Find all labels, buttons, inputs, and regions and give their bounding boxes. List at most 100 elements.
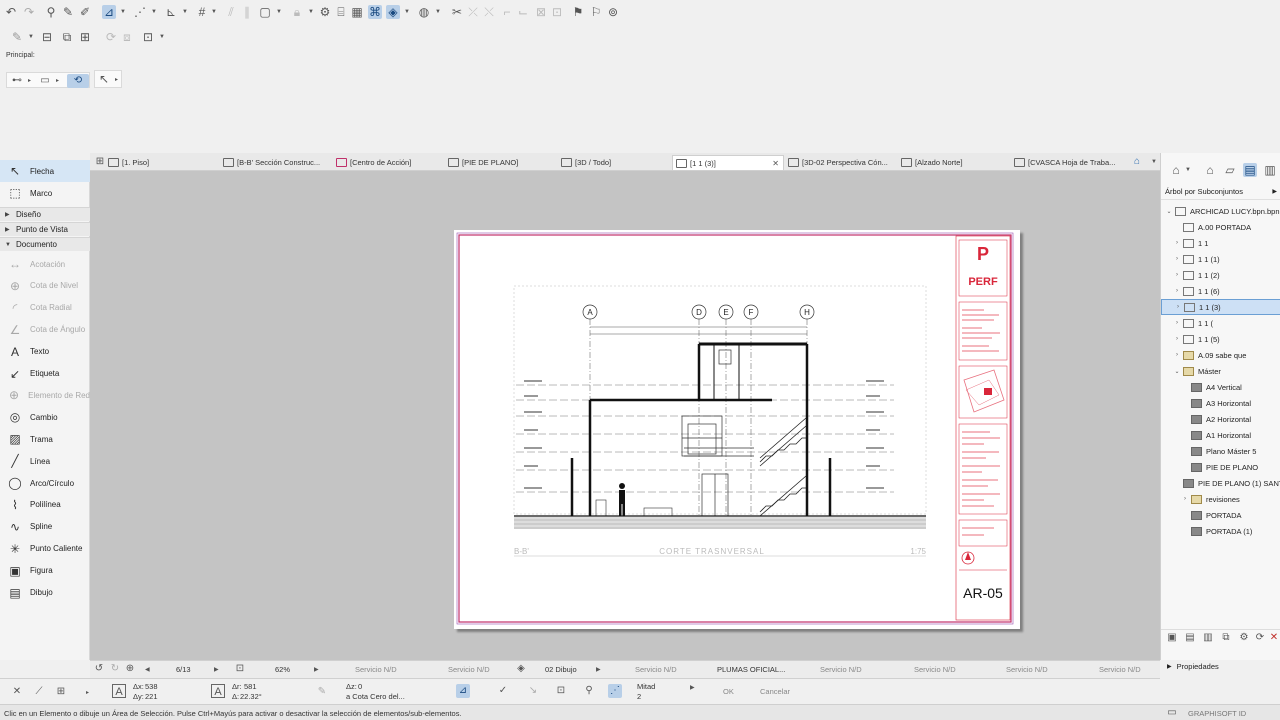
service-6[interactable]: Servicio N/D — [1006, 665, 1048, 674]
chevron-right-icon[interactable]: › — [1173, 352, 1181, 358]
chevron-down-icon[interactable]: ▼ — [1151, 159, 1157, 165]
guide-line-icon[interactable]: ⋰ — [608, 684, 622, 698]
tool-hotspot[interactable]: ✳ Punto Caliente — [0, 538, 90, 560]
pencil-icon[interactable]: ✎ — [315, 685, 329, 699]
redo-icon[interactable]: ↷ — [22, 5, 36, 19]
layout-book-icon[interactable]: ▤ — [1243, 163, 1257, 177]
tool-text[interactable]: A Texto — [0, 341, 90, 363]
service-2[interactable]: Servicio N/D — [448, 665, 490, 674]
chevron-right-icon[interactable]: ▶ — [314, 666, 319, 673]
chevron-right-icon[interactable]: › — [1173, 320, 1181, 326]
service-3[interactable]: Servicio N/D — [635, 665, 677, 674]
service-1[interactable]: Servicio N/D — [355, 665, 397, 674]
angle-icon[interactable]: ⟋ — [32, 685, 46, 699]
redo-view-icon[interactable]: ↻ — [108, 662, 122, 676]
tool-fill[interactable]: ▨ Trama — [0, 428, 90, 450]
drawing-tool-icon[interactable]: ⊞ — [78, 30, 92, 44]
monitor-icon[interactable]: ▭ — [1165, 706, 1179, 720]
navigator-mode-select[interactable]: Árbol por Subconjuntos ▶ — [1161, 184, 1280, 200]
tab-perspectiva[interactable]: [3D-02 Perspectiva Cón... — [788, 155, 896, 170]
image-icon[interactable]: ▦ — [350, 5, 364, 19]
pick-up-icon[interactable]: ✎ — [61, 5, 75, 19]
sync-icon[interactable]: ⟳ — [104, 30, 118, 44]
dimension-tool-icon[interactable]: ⊷ — [10, 74, 24, 88]
reference-level[interactable]: a Cota Cero del... — [346, 692, 405, 701]
intersect-icon[interactable]: ⊠ — [534, 5, 548, 19]
navigator-item[interactable]: PORTADA — [1161, 507, 1280, 523]
chevron-down-icon[interactable]: ▼ — [28, 34, 34, 40]
renovation-icon[interactable]: ◍ — [417, 5, 431, 19]
marker-icon[interactable]: ▭ — [38, 74, 52, 88]
tab-1-1-3[interactable]: [1 1 (3)] ✕ — [672, 155, 784, 170]
adjust-icon[interactable]: ⌙ — [516, 5, 530, 19]
navigator-item[interactable]: › 1 1 (2) — [1161, 267, 1280, 283]
info-box-selector[interactable]: ⊷ ▸ ▭ ▸ ⟲ — [6, 72, 90, 88]
chevron-down-icon[interactable]: ▼ — [276, 9, 282, 15]
snap-mode-value[interactable]: 2 — [637, 692, 641, 701]
suspend-groups-icon[interactable]: ⌘ — [368, 5, 382, 19]
navigator-item[interactable]: ⌄ ARCHICAD LUCY.bpn.bpn — [1161, 203, 1280, 219]
zoom-icon[interactable]: ⊕ — [123, 662, 137, 676]
paste-icon[interactable]: ⧉ — [60, 30, 74, 44]
wand-icon[interactable]: ⚲ — [582, 684, 596, 698]
lock-icon[interactable]: 🔒︎ — [290, 5, 304, 19]
tab-pie-de-plano[interactable]: [PIE DE PLANO] — [448, 155, 556, 170]
navigator-item[interactable]: › 1 1 ( — [1161, 315, 1280, 331]
navigator-item[interactable]: Plano Máster 5 — [1161, 443, 1280, 459]
navigator-item[interactable]: › A.09 sabe que — [1161, 347, 1280, 363]
text-a-icon[interactable]: A — [211, 684, 225, 698]
chevron-down-icon[interactable]: ⌄ — [1165, 208, 1173, 215]
navigator-item[interactable]: PORTADA (1) — [1161, 523, 1280, 539]
edit-icon[interactable]: ⌸ — [334, 5, 348, 19]
tab-cvasca-hoja[interactable]: [CVASCA Hoja de Traba... — [1014, 155, 1126, 170]
navigator-item[interactable]: A2 Horizontal — [1161, 411, 1280, 427]
settings-icon[interactable]: ⚙ — [1237, 631, 1251, 645]
close-icon[interactable]: ✕ — [10, 685, 24, 699]
service-7[interactable]: Servicio N/D — [1099, 665, 1141, 674]
tab-seccion-construc[interactable]: [B-B' Sección Construc... — [223, 155, 331, 170]
tool-polyline[interactable]: ⌇ Polilínea — [0, 494, 90, 516]
text-a-icon[interactable]: A — [112, 684, 126, 698]
folder-icon[interactable]: ▱ — [1223, 163, 1237, 177]
navigator-item[interactable]: A.00 PORTADA — [1161, 219, 1280, 235]
chevron-down-icon[interactable]: ⌄ — [1173, 368, 1181, 375]
guide-line-icon[interactable]: ⋰ — [133, 5, 147, 19]
trim-icon[interactable]: ⤫ — [466, 5, 480, 19]
navigator-item[interactable]: A1 Horizontal — [1161, 427, 1280, 443]
chevron-right-icon[interactable]: ▶ — [596, 666, 601, 673]
chevron-left-icon[interactable]: ◀ — [145, 666, 150, 673]
chevron-down-icon[interactable]: ▼ — [182, 9, 188, 15]
navigator-item[interactable]: PIE DE PLANO — [1161, 459, 1280, 475]
chevron-right-icon[interactable]: ▸ — [56, 77, 59, 84]
navigator-item[interactable]: › 1 1 (3) — [1161, 299, 1280, 315]
chevron-right-icon[interactable]: › — [1173, 288, 1181, 294]
chevron-right-icon[interactable]: ▸ — [115, 76, 118, 83]
tab-centro-de-accion[interactable]: [Centro de Acción] — [336, 155, 444, 170]
navigator-item[interactable]: A4 Vertical — [1161, 379, 1280, 395]
layer-settings-icon[interactable]: ⚙ — [318, 5, 332, 19]
flag-table-icon[interactable]: ⚐ — [589, 5, 603, 19]
checkmark-icon[interactable]: ✓ — [496, 684, 510, 698]
cursor-icon[interactable]: ↘ — [526, 684, 540, 698]
chevron-right-icon[interactable]: › — [1181, 496, 1189, 502]
dr-value[interactable]: 581 — [244, 682, 257, 691]
pen-icon[interactable]: ✎ — [10, 30, 24, 44]
grid-snap-icon[interactable]: # — [195, 5, 209, 19]
fit-icon[interactable]: ⊡ — [141, 30, 155, 44]
chevron-right-icon[interactable]: ▸ — [86, 689, 89, 696]
parallel-icon[interactable]: ⫽ — [224, 5, 238, 19]
chevron-down-icon[interactable]: ▼ — [308, 9, 314, 15]
layout-sheet[interactable]: P PERF AR-05 A D E F H B-B' CORTE TRASNV… — [454, 230, 1020, 629]
section-punto-de-vista[interactable]: ▶ Punto de Vista — [0, 222, 90, 236]
rotate-icon[interactable]: ⟲ — [67, 74, 89, 88]
tool-figure[interactable]: ▣ Figura — [0, 560, 90, 582]
service-5[interactable]: Servicio N/D — [914, 665, 956, 674]
project-map-icon[interactable]: ⌂ — [1169, 163, 1183, 177]
fillet-icon[interactable]: ⌐ — [500, 5, 514, 19]
fit-window-icon[interactable]: ⊡ — [233, 662, 247, 676]
split-icon[interactable]: ⤬ — [482, 5, 496, 19]
tool-grid-element[interactable]: ⊕ Elemento de Red — [0, 384, 90, 406]
find-select-icon[interactable]: ⊚ — [606, 5, 620, 19]
tool-radial-dimension[interactable]: ◜ Cota Radial — [0, 297, 90, 319]
service-4[interactable]: Servicio N/D — [820, 665, 862, 674]
